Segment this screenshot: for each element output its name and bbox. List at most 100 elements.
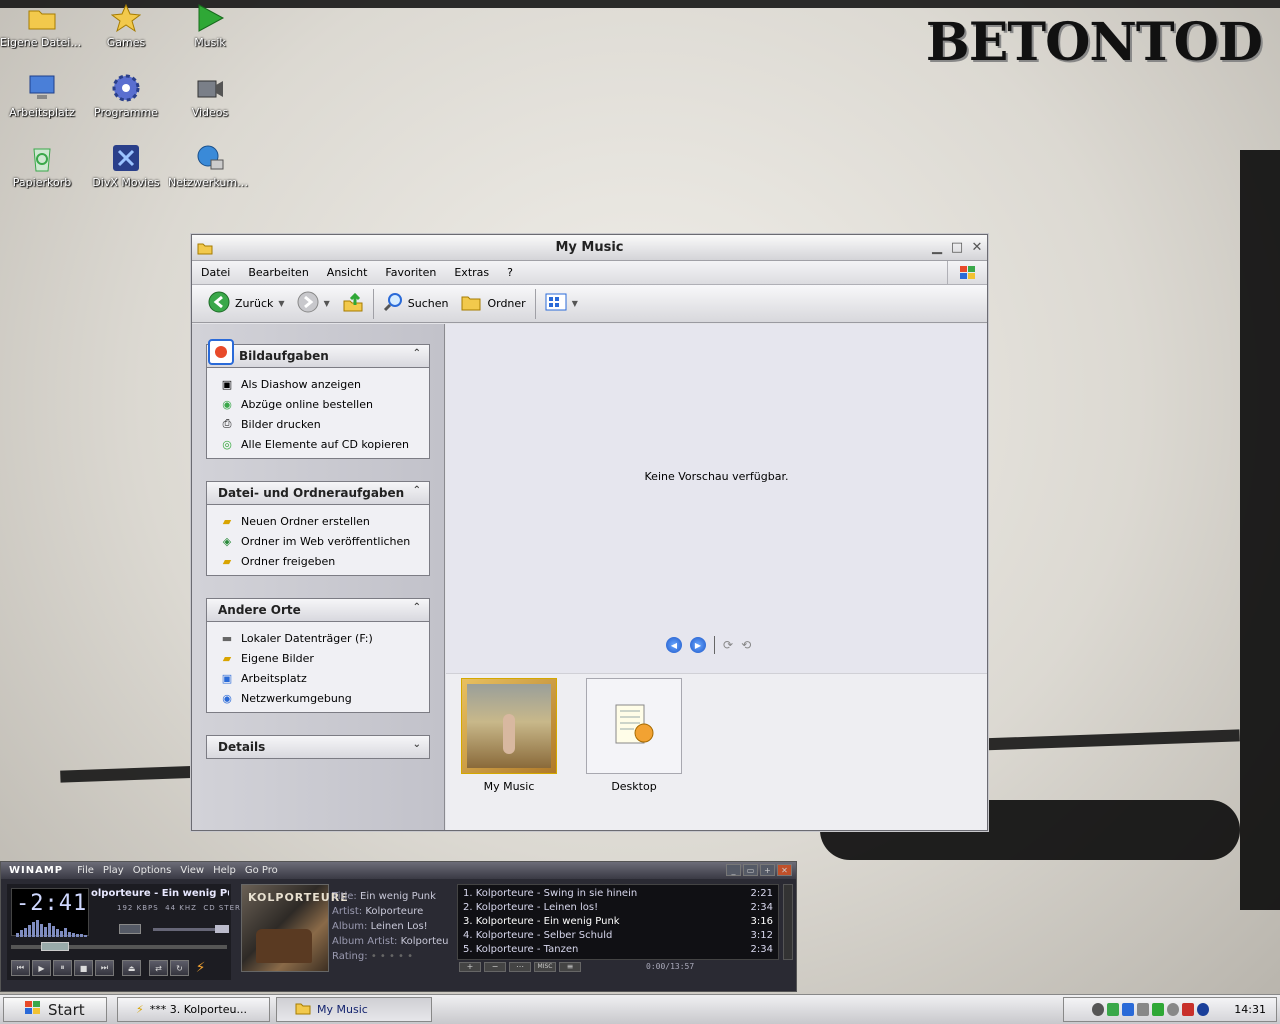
- menu-ansicht[interactable]: Ansicht: [318, 266, 377, 279]
- collapse-chevron-icon[interactable]: ⌃: [413, 485, 421, 496]
- start-button[interactable]: Start: [3, 997, 107, 1022]
- playlist-row-current[interactable]: 3. Kolporteure - Ein wenig Punk 3:16: [463, 916, 773, 930]
- winamp-minimize-button[interactable]: _: [726, 864, 741, 876]
- back-button[interactable]: Zurück ▼: [202, 289, 291, 319]
- playlist-row[interactable]: 5. Kolporteure - Tanzen 2:34: [463, 944, 773, 958]
- tray-icon-green[interactable]: [1152, 1003, 1164, 1016]
- close-button[interactable]: ✕: [967, 239, 987, 257]
- time-display[interactable]: -2:41: [11, 888, 89, 937]
- place-network[interactable]: ◉ Netzwerkumgebung: [219, 688, 429, 708]
- desktop-icon-eigene-dateien[interactable]: Eigene Dateien: [0, 2, 84, 49]
- winamp-menu-view[interactable]: View: [180, 865, 204, 876]
- playlist-select-button[interactable]: ⋯: [509, 962, 531, 972]
- place-my-computer[interactable]: ▣ Arbeitsplatz: [219, 668, 429, 688]
- next-track-button[interactable]: ⏭: [95, 960, 114, 976]
- desktop-icon-papierkorb[interactable]: Papierkorb: [0, 142, 84, 189]
- stop-button[interactable]: ■: [74, 960, 93, 976]
- taskbar-item-winamp[interactable]: ⚡ *** 3. Kolporteu...: [117, 997, 270, 1022]
- transport-controls: ⏮ ▶ ⏸ ■ ⏭ ⏏ ⇄ ↻ ⚡: [11, 960, 210, 976]
- play-button[interactable]: ▶: [32, 960, 51, 976]
- place-local-disk[interactable]: ▬ Lokaler Datenträger (F:): [219, 628, 429, 648]
- playlist-add-button[interactable]: +: [459, 962, 481, 972]
- forward-button[interactable]: ▼: [291, 289, 336, 319]
- desktop-icon-games[interactable]: Games: [84, 2, 168, 49]
- pause-button[interactable]: ⏸: [53, 960, 72, 976]
- up-folder-button[interactable]: [336, 289, 370, 319]
- winamp-menu-options[interactable]: Options: [133, 865, 172, 876]
- seek-thumb[interactable]: [41, 942, 69, 951]
- menu-help[interactable]: ?: [498, 266, 522, 279]
- desktop-icon-arbeitsplatz[interactable]: Arbeitsplatz: [0, 72, 84, 119]
- views-button[interactable]: ▼: [539, 289, 584, 319]
- playlist-misc-button[interactable]: MISC: [534, 962, 556, 972]
- winamp-menu-help[interactable]: Help: [213, 865, 236, 876]
- tray-icon-zonealarm[interactable]: [1122, 1003, 1134, 1016]
- playlist-row[interactable]: 1. Kolporteure - Swing in sie hinein 2:21: [463, 888, 773, 902]
- seek-bar[interactable]: [11, 942, 227, 951]
- task-copy-to-cd[interactable]: ◎ Alle Elemente auf CD kopieren: [219, 434, 429, 454]
- playlist-list-button[interactable]: ≡: [559, 962, 581, 972]
- collapse-chevron-icon[interactable]: ⌃: [413, 348, 421, 359]
- panel-header-orte[interactable]: Andere Orte ⌃: [206, 598, 430, 622]
- task-new-folder[interactable]: ▰ Neuen Ordner erstellen: [219, 511, 429, 531]
- panel-header-bildaufgaben[interactable]: Bildaufgaben ⌃: [206, 339, 430, 368]
- desktop-icon-programme[interactable]: Programme: [84, 72, 168, 119]
- desktop-icon-musik[interactable]: Musik: [168, 2, 252, 49]
- task-order-prints[interactable]: ◉ Abzüge online bestellen: [219, 394, 429, 414]
- tray-icon-media[interactable]: [1092, 1003, 1104, 1016]
- menu-datei[interactable]: Datei: [192, 266, 239, 279]
- folder-icon: [197, 241, 213, 255]
- place-my-pictures[interactable]: ▰ Eigene Bilder: [219, 648, 429, 668]
- playlist-remove-button[interactable]: −: [484, 962, 506, 972]
- shuffle-button[interactable]: ⇄: [149, 960, 168, 976]
- volume-slider[interactable]: [153, 925, 229, 933]
- menu-bearbeiten[interactable]: Bearbeiten: [239, 266, 317, 279]
- playlist-scrollbar[interactable]: [783, 884, 793, 960]
- thumbnail-my-music[interactable]: My Music: [461, 678, 557, 793]
- winamp-shade-button[interactable]: ▭: [743, 864, 758, 876]
- rotate-clockwise-icon[interactable]: ⟳: [723, 638, 733, 652]
- winamp-bolt-icon[interactable]: ⚡: [191, 960, 210, 976]
- task-share-folder[interactable]: ▰ Ordner freigeben: [219, 551, 429, 571]
- folders-button[interactable]: Ordner: [454, 289, 531, 319]
- next-image-button[interactable]: ▶: [690, 637, 706, 653]
- search-button[interactable]: Suchen: [377, 289, 455, 319]
- eject-button[interactable]: ⏏: [122, 960, 141, 976]
- tray-icon-blue[interactable]: [1197, 1003, 1209, 1016]
- desktop-icon-videos[interactable]: Videos: [168, 72, 252, 119]
- panel-header-details[interactable]: Details ⌄: [206, 735, 430, 759]
- playlist-controls: + − ⋯ MISC ≡: [459, 962, 581, 972]
- repeat-button[interactable]: ↻: [170, 960, 189, 976]
- playlist-row[interactable]: 4. Kolporteure - Selber Schuld 3:12: [463, 930, 773, 944]
- winamp-maximize-button[interactable]: +: [760, 864, 775, 876]
- playlist-row[interactable]: 2. Kolporteure - Leinen los! 2:34: [463, 902, 773, 916]
- menu-favoriten[interactable]: Favoriten: [376, 266, 445, 279]
- winamp-titlebar[interactable]: WINAMP File Play Options View Help Go Pr…: [1, 862, 796, 879]
- tray-icon-antivirus[interactable]: [1182, 1003, 1194, 1016]
- previous-image-button[interactable]: ◀: [666, 637, 682, 653]
- task-slideshow[interactable]: ▣ Als Diashow anzeigen: [219, 374, 429, 394]
- collapse-chevron-icon[interactable]: ⌃: [413, 602, 421, 613]
- taskbar-item-my-music[interactable]: My Music: [276, 997, 432, 1022]
- desktop-icon-netzwerkumgebung[interactable]: Netzwerkumg...: [168, 142, 252, 189]
- desktop-icon-divx-movies[interactable]: DivX Movies: [84, 142, 168, 189]
- winamp-menu-play[interactable]: Play: [103, 865, 124, 876]
- tray-icon-sound[interactable]: [1137, 1003, 1149, 1016]
- rotate-counterclockwise-icon[interactable]: ⟲: [741, 638, 751, 652]
- expand-chevron-icon[interactable]: ⌄: [413, 739, 421, 750]
- tray-icon-network[interactable]: [1107, 1003, 1119, 1016]
- previous-track-button[interactable]: ⏮: [11, 960, 30, 976]
- minimize-button[interactable]: ▁: [927, 239, 947, 257]
- task-publish-web[interactable]: ◈ Ordner im Web veröffentlichen: [219, 531, 429, 551]
- tray-icon-clock-tool[interactable]: [1167, 1003, 1179, 1016]
- window-titlebar[interactable]: My Music ▁ □ ✕: [192, 235, 987, 261]
- thumbnail-desktop[interactable]: Desktop: [586, 678, 682, 793]
- panel-header-datei[interactable]: Datei- und Ordneraufgaben ⌃: [206, 481, 430, 505]
- maximize-button[interactable]: □: [947, 239, 967, 257]
- winamp-close-button[interactable]: ✕: [777, 864, 792, 876]
- winamp-menu-go-pro[interactable]: Go Pro: [245, 865, 278, 876]
- task-print-pictures[interactable]: ⎙ Bilder drucken: [219, 414, 429, 434]
- winamp-menu-file[interactable]: File: [77, 865, 94, 876]
- mono-stereo-toggle[interactable]: [119, 924, 141, 934]
- menu-extras[interactable]: Extras: [445, 266, 498, 279]
